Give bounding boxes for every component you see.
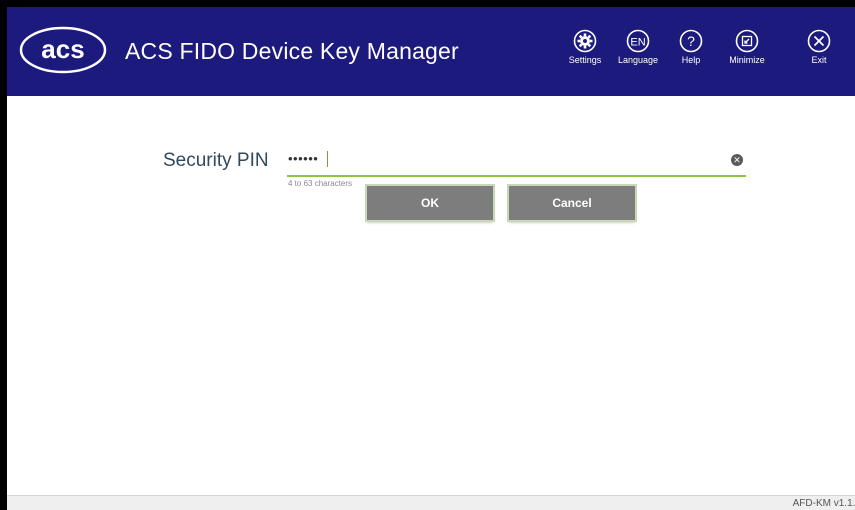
settings-label: Settings	[568, 55, 602, 65]
exit-button[interactable]: Exit	[791, 29, 847, 65]
cancel-button[interactable]: Cancel	[509, 186, 635, 220]
language-icon-text: EN	[630, 37, 645, 49]
logo-text: acs	[41, 34, 84, 64]
exit-icon	[807, 29, 831, 53]
help-icon: ?	[679, 29, 703, 53]
status-bar: AFD-KM v1.1.1	[7, 495, 855, 510]
security-pin-input[interactable]: ••••••	[288, 151, 318, 166]
clear-input-icon[interactable]: ✕	[731, 154, 743, 166]
ok-button[interactable]: OK	[367, 186, 493, 220]
help-button[interactable]: ? Help	[663, 29, 719, 65]
help-label: Help	[681, 55, 701, 65]
language-button[interactable]: EN Language	[610, 29, 666, 65]
text-caret	[327, 151, 328, 167]
exit-label: Exit	[811, 55, 827, 65]
app-title: ACS FIDO Device Key Manager	[125, 38, 459, 64]
version-text: AFD-KM v1.1.1	[792, 498, 855, 509]
language-label: Language	[617, 55, 659, 65]
gear-icon	[573, 29, 597, 53]
minimize-label: Minimize	[729, 55, 765, 65]
minimize-icon	[735, 29, 759, 53]
help-icon-text: ?	[687, 33, 695, 49]
settings-button[interactable]: Settings	[557, 29, 613, 65]
app-header: acs ACS FIDO Device Key Manager Settings	[7, 7, 855, 96]
acs-logo: acs	[19, 26, 107, 74]
security-pin-label: Security PIN	[163, 150, 269, 171]
minimize-button[interactable]: Minimize	[719, 29, 775, 65]
main-content: Security PIN •••••• ✕ 4 to 63 characters…	[7, 96, 855, 495]
pin-input-underline	[287, 175, 746, 177]
pin-hint-text: 4 to 63 characters	[288, 179, 353, 188]
language-icon: EN	[626, 29, 650, 53]
app-window: acs ACS FIDO Device Key Manager Settings	[7, 7, 855, 510]
